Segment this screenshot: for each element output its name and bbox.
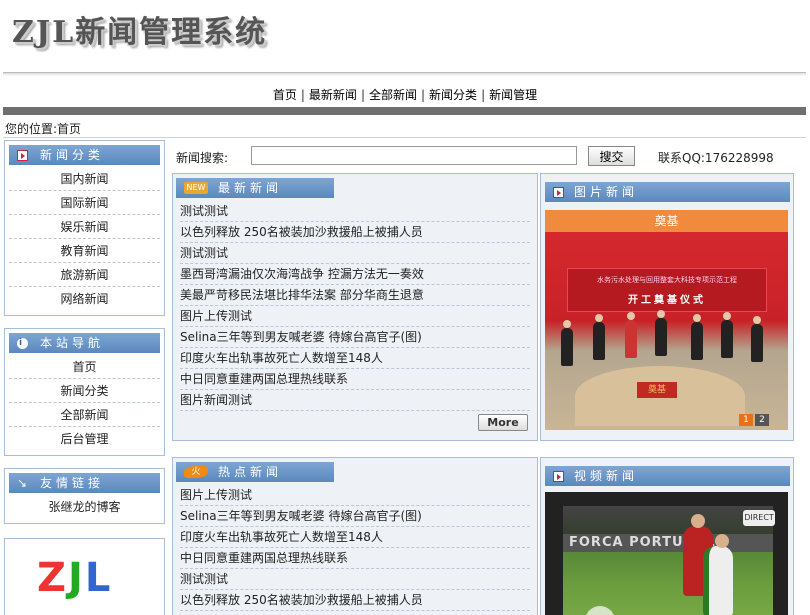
list-item[interactable]: 测试测试 [180, 201, 530, 222]
person-figure [625, 312, 637, 358]
new-icon: NEW [184, 182, 208, 194]
video-news-title: 视频新闻 [545, 466, 790, 486]
picture-news-title: 图片新闻 [545, 182, 790, 202]
category-item-travel[interactable]: 旅游新闻 [9, 263, 160, 287]
ceremony-banner: 水务污水处理与回用整套大科技专项示范工程 开工奠基仪式 [567, 268, 767, 312]
hot-news-title: 火 热点新闻 [176, 462, 334, 482]
video-news-label: 视频新闻 [574, 469, 639, 483]
top-navigation: 首页 | 最新新闻 | 全部新闻 | 新闻分类 | 新闻管理 [0, 86, 810, 104]
site-nav-all-news[interactable]: 全部新闻 [9, 403, 160, 427]
pager-page-1[interactable]: 1 [739, 414, 753, 426]
picture-pager: 1 2 [739, 414, 769, 426]
list-item[interactable]: 中日同意重建两国总理热线联系 [180, 369, 530, 390]
more-button[interactable]: More [478, 414, 528, 431]
list-item[interactable]: 以色列释放 250名被装加沙救援船上被捕人员 [180, 222, 530, 243]
latest-news-title: NEW 最新新闻 [176, 178, 334, 198]
list-item[interactable]: 中日同意重建两国总理热线联系 [180, 548, 530, 569]
breadcrumb: 您的位置:首页 [5, 122, 82, 136]
nav-all-news[interactable]: 全部新闻 [365, 88, 421, 102]
list-item[interactable]: 测试测试 [180, 243, 530, 264]
person-figure [655, 310, 667, 356]
player-figure [703, 534, 733, 615]
breadcrumb-divider [3, 137, 806, 138]
list-item[interactable]: 墨西哥湾漏油仅次海湾战争 控漏方法无一奏效 [180, 264, 530, 285]
fire-icon: 火 [184, 466, 208, 478]
list-item[interactable]: 测试测试 [180, 569, 530, 590]
site-nav-home[interactable]: 首页 [9, 355, 160, 379]
sidebar-friend-links-label: 友情链接 [40, 476, 105, 490]
info-icon: i [17, 337, 28, 349]
broadcast-badge: DIRECT [743, 510, 775, 526]
category-item-internet[interactable]: 网络新闻 [9, 287, 160, 311]
search-button[interactable]: 搜交 [588, 146, 635, 166]
latest-news-list: 测试测试 以色列释放 250名被装加沙救援船上被捕人员 测试测试 墨西哥湾漏油仅… [180, 201, 530, 411]
video-news-panel: 视频新闻 FORCA PORTUGAL DIRECT [540, 457, 794, 615]
sidebar-friend-links-title: ↘ 友情链接 [9, 473, 160, 493]
search-label: 新闻搜索: [176, 151, 229, 165]
link-icon: ↘ [17, 475, 32, 490]
picture-news-label: 图片新闻 [574, 185, 639, 199]
nav-latest-news[interactable]: 最新新闻 [305, 88, 361, 102]
list-item[interactable]: 图片上传测试 [180, 306, 530, 327]
contact-qq: 联系QQ:176228998 [658, 151, 774, 165]
sidebar-logo-box: ZJL [4, 538, 165, 615]
arrow-icon [553, 470, 564, 482]
person-figure [691, 314, 703, 360]
header-bar [3, 107, 806, 115]
video-frame: FORCA PORTUGAL DIRECT [563, 506, 775, 615]
sidebar-categories-label: 新闻分类 [40, 148, 105, 162]
play-icon[interactable] [585, 606, 615, 615]
list-item[interactable]: 印度火车出轨事故死亡人数增至148人 [180, 527, 530, 548]
friend-link-blog[interactable]: 张继龙的博客 [9, 495, 160, 519]
person-figure [721, 312, 733, 358]
zjl-logo: ZJL [37, 555, 113, 601]
category-item-entertainment[interactable]: 娱乐新闻 [9, 215, 160, 239]
header-divider [3, 72, 806, 76]
person-figure [593, 314, 605, 360]
sidebar-site-nav-label: 本站导航 [40, 336, 105, 350]
sidebar-friend-links: ↘ 友情链接 张继龙的博客 [4, 468, 165, 524]
person-figure [751, 316, 763, 362]
list-item[interactable]: Selina三年等到男友喊老婆 待嫁台高官子(图) [180, 506, 530, 527]
list-item[interactable]: 印度火车出轨事故死亡人数增至148人 [180, 348, 530, 369]
arrow-icon [553, 186, 564, 198]
category-item-international[interactable]: 国际新闻 [9, 191, 160, 215]
pager-page-2[interactable]: 2 [755, 414, 769, 426]
picture-news-image[interactable]: 水务污水处理与回用整套大科技专项示范工程 开工奠基仪式 奠基 1 2 [545, 232, 788, 430]
search-input[interactable] [251, 146, 577, 165]
arrow-icon [17, 149, 28, 161]
video-player[interactable]: FORCA PORTUGAL DIRECT [545, 492, 788, 615]
hot-news-label: 热点新闻 [218, 465, 283, 479]
list-item[interactable]: 以色列释放 250名被装加沙救援船上被捕人员 [180, 590, 530, 611]
foundation-stone: 奠基 [637, 382, 677, 398]
video-ad-board: FORCA PORTUGAL [563, 534, 773, 552]
hot-news-panel: 火 热点新闻 图片上传测试 Selina三年等到男友喊老婆 待嫁台高官子(图) … [172, 457, 538, 615]
list-item[interactable]: 图片新闻测试 [180, 390, 530, 411]
latest-news-panel: NEW 最新新闻 测试测试 以色列释放 250名被装加沙救援船上被捕人员 测试测… [172, 173, 538, 441]
list-item[interactable]: 图片上传测试 [180, 485, 530, 506]
latest-news-label: 最新新闻 [218, 181, 283, 195]
hot-news-list: 图片上传测试 Selina三年等到男友喊老婆 待嫁台高官子(图) 印度火车出轨事… [180, 485, 530, 611]
picture-news-panel: 图片新闻 奠基 水务污水处理与回用整套大科技专项示范工程 开工奠基仪式 奠基 1… [540, 173, 794, 441]
category-item-education[interactable]: 教育新闻 [9, 239, 160, 263]
site-nav-categories[interactable]: 新闻分类 [9, 379, 160, 403]
list-item[interactable]: Selina三年等到男友喊老婆 待嫁台高官子(图) [180, 327, 530, 348]
sidebar-categories: 新闻分类 国内新闻 国际新闻 娱乐新闻 教育新闻 旅游新闻 网络新闻 [4, 140, 165, 316]
list-item[interactable]: 美最严苛移民法堪比排华法案 部分华商生退意 [180, 285, 530, 306]
site-logo: ZJL新闻管理系统 [12, 15, 268, 50]
site-nav-admin[interactable]: 后台管理 [9, 427, 160, 451]
sidebar-site-nav-title: i 本站导航 [9, 333, 160, 353]
nav-news-categories[interactable]: 新闻分类 [425, 88, 481, 102]
sidebar-categories-title: 新闻分类 [9, 145, 160, 165]
sidebar-site-nav: i 本站导航 首页 新闻分类 全部新闻 后台管理 [4, 328, 165, 456]
nav-home[interactable]: 首页 [269, 88, 301, 102]
category-item-domestic[interactable]: 国内新闻 [9, 167, 160, 191]
person-figure [561, 320, 573, 366]
nav-news-admin[interactable]: 新闻管理 [485, 88, 541, 102]
picture-caption[interactable]: 奠基 [545, 210, 788, 232]
